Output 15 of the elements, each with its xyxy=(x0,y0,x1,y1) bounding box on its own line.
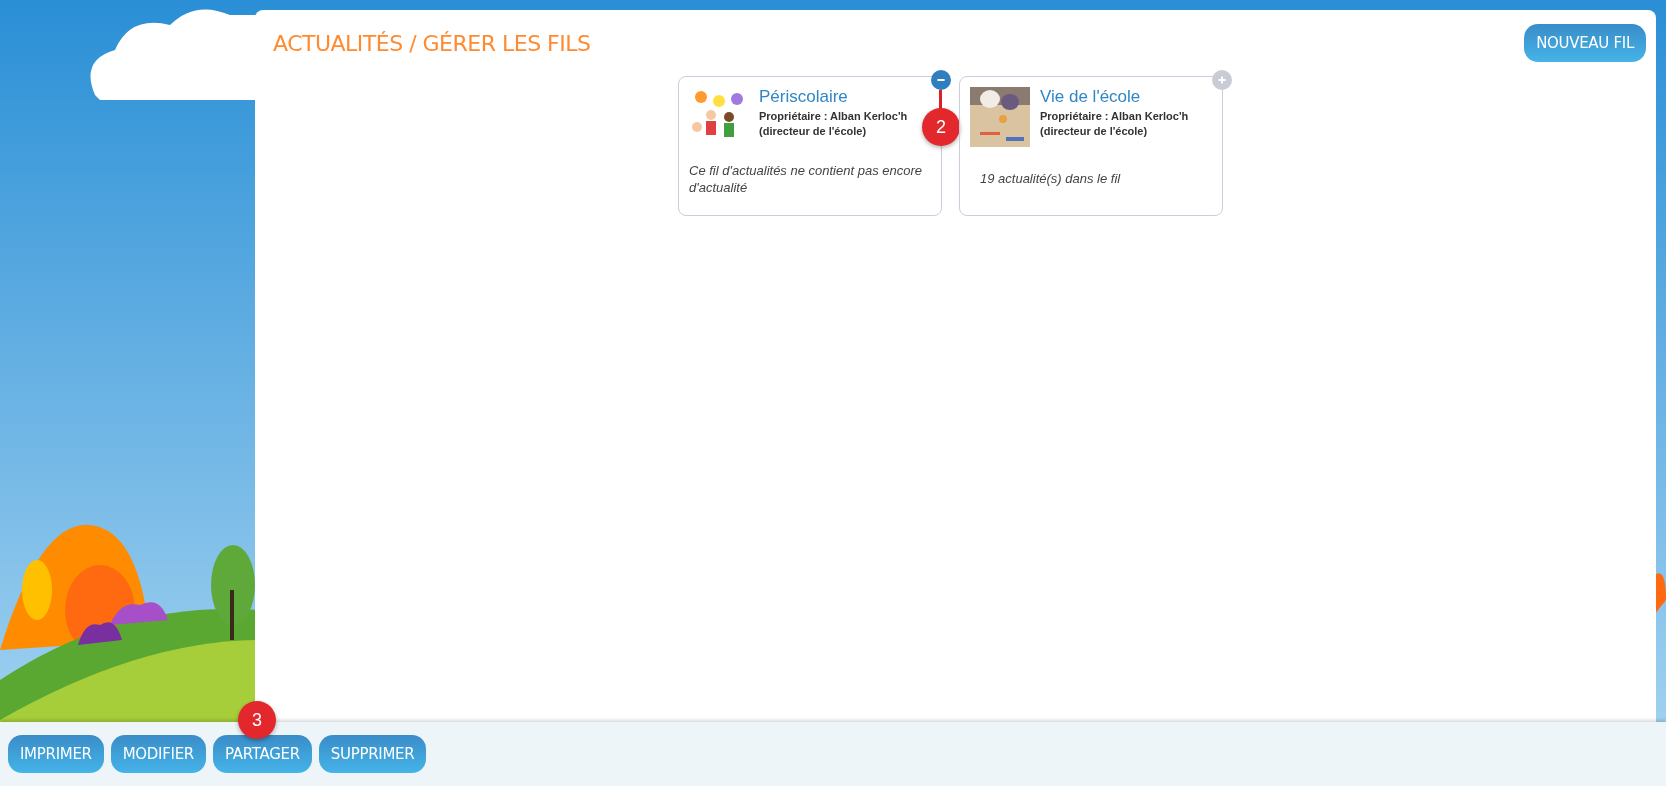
step-marker: 2 xyxy=(922,108,960,146)
thread-card[interactable]: Vie de l'école Propriétaire : Alban Kerloc'h (directeur de l'école) 19 actualité(s) dans le fil xyxy=(959,76,1223,216)
new-thread-button[interactable]: NOUVEAU FIL xyxy=(1524,24,1646,62)
toolbar-button[interactable]: SUPPRIMER xyxy=(318,735,427,773)
toolbar-button[interactable]: IMPRIMER xyxy=(8,735,104,773)
owner-text: Propriétaire : Alban Kerloc'h (directeur de l'école) xyxy=(759,109,909,139)
minus-icon[interactable] xyxy=(931,70,951,90)
owner-text: Propriétaire : Alban Kerloc'h (directeur de l'école) xyxy=(1040,109,1190,139)
thread-title[interactable]: Vie de l'école xyxy=(1040,87,1212,107)
thread-status: Ce fil d'actualités ne contient pas encore d'actualité xyxy=(689,163,923,197)
thread-status: 19 actualité(s) dans le fil xyxy=(979,171,1122,188)
toolbar-button[interactable]: PARTAGER xyxy=(213,735,312,773)
toolbar-button[interactable]: MODIFIER xyxy=(110,735,206,773)
thread-title[interactable]: Périscolaire xyxy=(759,87,931,107)
page-title: ACTUALITÉS / GÉRER LES FILS xyxy=(273,30,591,56)
